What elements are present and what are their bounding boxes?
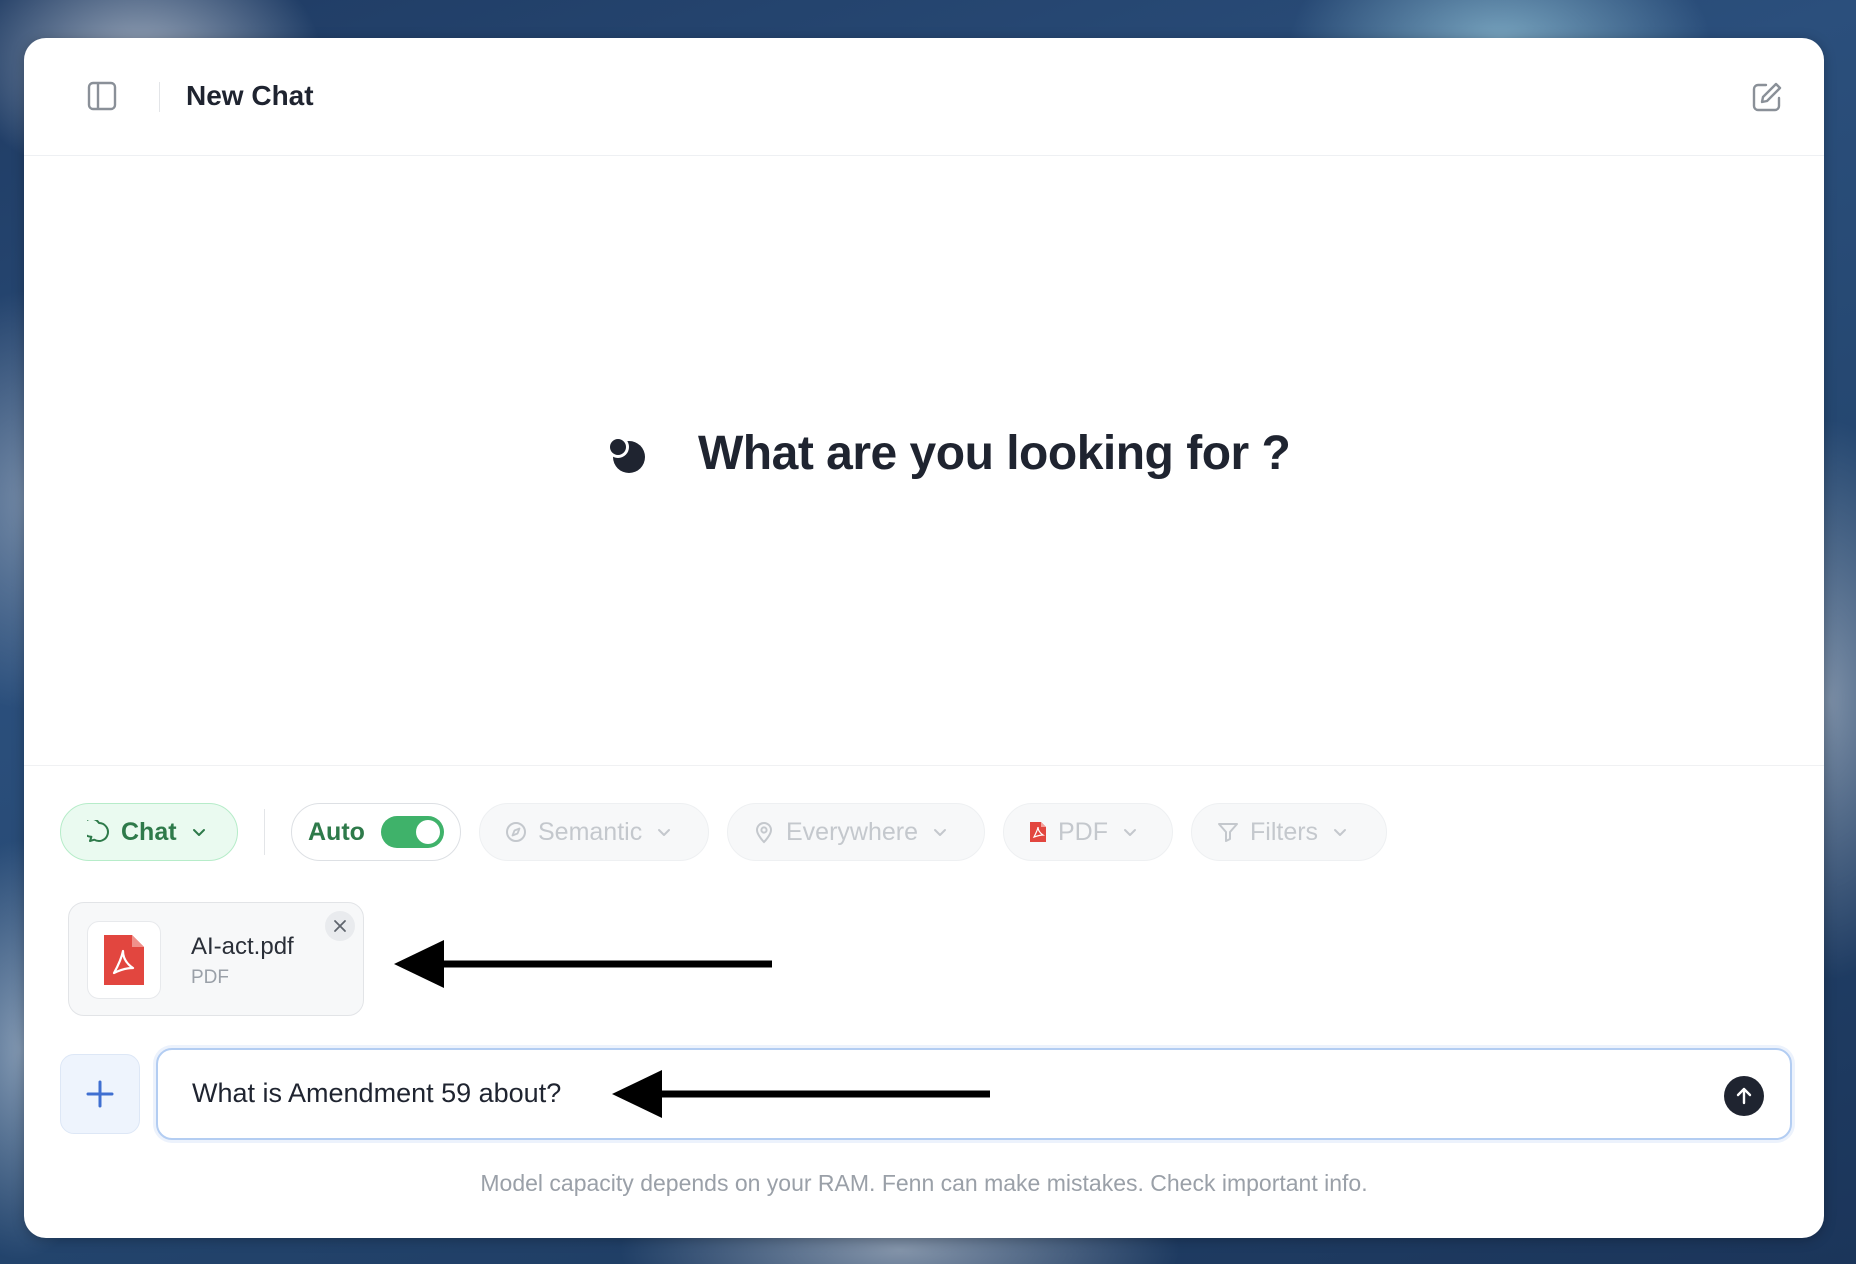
chevron-down-icon (191, 824, 207, 840)
filters-label: Filters (1250, 817, 1319, 846)
empty-state-title: What are you looking for ? (698, 427, 1291, 480)
chevron-down-icon (656, 824, 672, 840)
location-pin-icon (752, 820, 776, 844)
sidebar-toggle-button[interactable] (86, 80, 118, 112)
attachment-thumbnail (87, 921, 161, 999)
close-icon (334, 920, 346, 932)
edit-icon (1752, 82, 1782, 112)
disclaimer-text: Model capacity depends on your RAM. Fenn… (480, 1170, 1368, 1196)
file-type-label: PDF (1058, 817, 1108, 846)
header: New Chat (24, 38, 1824, 156)
attachment-name: AI-act.pdf (191, 933, 294, 960)
toggle-knob (416, 820, 440, 844)
annotation-arrow-icon (394, 940, 772, 988)
chat-bubble-icon (87, 820, 111, 844)
chevron-down-icon (1122, 824, 1138, 840)
auto-toggle-switch[interactable] (380, 816, 444, 848)
attachment-chip: AI-act.pdf PDF (68, 902, 364, 1016)
sidebar-icon (87, 81, 117, 111)
file-type-dropdown[interactable]: PDF (1003, 803, 1173, 861)
toolbar-divider (264, 809, 265, 855)
empty-state: What are you looking for ? (24, 156, 1824, 766)
compass-icon (504, 820, 528, 844)
location-label: Everywhere (786, 817, 918, 846)
chat-mode-label: Chat (121, 817, 177, 846)
pdf-file-icon (104, 935, 144, 985)
add-attachment-button[interactable] (60, 1054, 140, 1134)
filter-icon (1216, 820, 1240, 844)
page-title: New Chat (186, 80, 314, 111)
search-mode-toolbar: Chat Auto Semantic Everywhere PDF Filter… (60, 802, 1405, 862)
semantic-label: Semantic (538, 817, 643, 846)
empty-state-content: What are you looking for ? (604, 426, 1291, 481)
arrow-up-icon (1736, 1087, 1752, 1105)
fenn-logo-icon (607, 435, 645, 473)
pdf-file-icon (1028, 820, 1048, 844)
semantic-dropdown[interactable]: Semantic (479, 803, 709, 861)
remove-attachment-button[interactable] (325, 911, 355, 941)
send-button[interactable] (1724, 1076, 1764, 1116)
auto-toggle[interactable]: Auto (291, 803, 461, 861)
filters-dropdown[interactable]: Filters (1191, 803, 1387, 861)
attachment-type: PDF (191, 967, 229, 988)
chevron-down-icon (1332, 824, 1348, 840)
header-divider (159, 82, 160, 112)
chat-mode-dropdown[interactable]: Chat (60, 803, 238, 861)
auto-toggle-label: Auto (308, 817, 365, 846)
annotation-arrow-icon (612, 1070, 990, 1118)
chevron-down-icon (932, 824, 948, 840)
plus-icon (86, 1080, 114, 1108)
new-chat-button[interactable] (1750, 80, 1784, 114)
app-window: New Chat What are you looking for ? Chat (24, 38, 1824, 1238)
location-dropdown[interactable]: Everywhere (727, 803, 985, 861)
